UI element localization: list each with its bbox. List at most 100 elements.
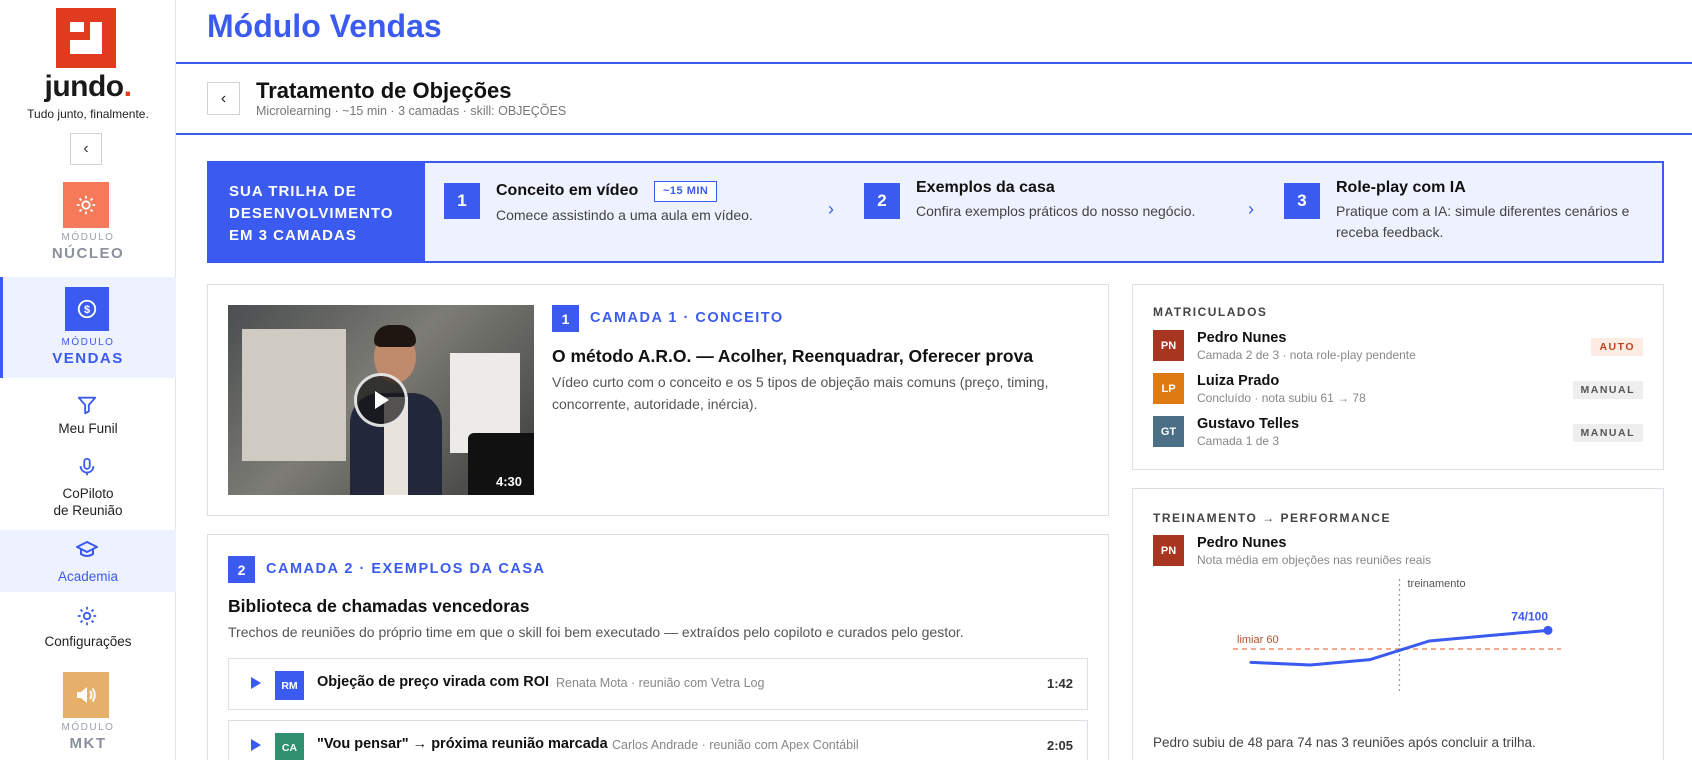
brand-tagline: Tudo junto, finalmente. (27, 107, 149, 121)
step-1-duration-badge: ~15 MIN (654, 181, 718, 202)
module-mkt-caption: MÓDULO (61, 722, 115, 733)
speaker-icon (77, 687, 96, 703)
module-mkt-label[interactable]: MKT (0, 735, 176, 752)
chevron-left-icon: ‹ (220, 89, 227, 107)
enrolled-name[interactable]: Luiza Prado (1197, 373, 1279, 389)
track-label: SUA TRILHA DE DESENVOLVIMENTO EM 3 CAMAD… (209, 163, 425, 261)
development-track-banner: SUA TRILHA DE DESENVOLVIMENTO EM 3 CAMAD… (207, 161, 1664, 263)
play-button[interactable] (354, 373, 408, 427)
chevron-right-icon: › (828, 199, 834, 219)
module-mkt-icon[interactable] (63, 672, 109, 718)
performance-chart: limiar 60 treinamento 74/100 (1233, 579, 1561, 691)
call-row[interactable]: CA "Vou pensar" → próxima reunião marcad… (228, 720, 1088, 760)
series-end-point (1543, 625, 1553, 635)
enrolled-name[interactable]: Gustavo Telles (1197, 416, 1299, 432)
step-2-title[interactable]: Exemplos da casa (916, 179, 1055, 197)
back-button[interactable]: ‹ (207, 82, 240, 115)
svg-text:$: $ (84, 304, 90, 316)
module-nucleo-label[interactable]: NÚCLEO (0, 245, 176, 262)
enrollment-tag: MANUAL (1572, 424, 1643, 442)
avatar: GT (1153, 416, 1184, 447)
enrolled-name[interactable]: Pedro Nunes (1197, 330, 1286, 346)
step-1-title[interactable]: Conceito em vídeo (496, 182, 638, 200)
presenter-hair (374, 325, 416, 347)
layer-1-number: 1 (552, 305, 579, 332)
collapse-sidebar-button[interactable]: ‹ (70, 133, 102, 165)
step-1-number: 1 (444, 183, 480, 219)
call-title: "Vou pensar" → próxima reunião marcada (317, 736, 608, 752)
module-vendas-label[interactable]: VENDAS (0, 350, 176, 367)
layer-2-desc: Trechos de reuniões do próprio time em q… (228, 624, 964, 640)
module-nucleo-icon[interactable] (63, 182, 109, 228)
dollar-coin-icon: $ (77, 299, 97, 319)
step-2-number: 2 (864, 183, 900, 219)
brand-name: jundo. (44, 70, 132, 103)
jundo-logo (56, 8, 116, 68)
sidebar: jundo. Tudo junto, finalmente. ‹ MÓDULO … (0, 0, 176, 760)
call-row[interactable]: RM Objeção de preço virada com ROI Renat… (228, 658, 1088, 710)
module-vendas-caption: MÓDULO (61, 337, 115, 348)
layer-2-card: 2 CAMADA 2 · EXEMPLOS DA CASA Biblioteca… (207, 534, 1109, 760)
nav-configuracoes[interactable]: Configurações (0, 633, 176, 650)
avatar: PN (1153, 535, 1184, 566)
call-subtitle: Carlos Andrade · reunião com Apex Contáb… (612, 738, 859, 752)
layer-1-label: CAMADA 1 · CONCEITO (590, 310, 784, 326)
chevron-left-icon: ‹ (83, 140, 89, 157)
nav-meu-funil[interactable]: Meu Funil (0, 420, 176, 437)
play-icon[interactable] (251, 739, 261, 751)
step-3-title[interactable]: Role-play com IA (1336, 179, 1466, 197)
call-title: Objeção de preço virada com ROI (317, 674, 550, 690)
module-nucleo-caption: MÓDULO (61, 232, 115, 243)
video-duration: 4:30 (495, 474, 522, 489)
sun-icon (76, 195, 96, 215)
video-player[interactable]: 4:30 (228, 305, 534, 495)
performance-heading: TREINAMENTO → PERFORMANCE (1153, 511, 1391, 525)
page-meta: Microlearning · ~15 min · 3 camadas · sk… (256, 104, 567, 118)
enrolled-card: MATRICULADOS PN Pedro Nunes Camada 2 de … (1132, 284, 1664, 470)
step-3-desc: Pratique com a IA: simule diferentes cen… (1336, 203, 1630, 240)
chevron-right-icon: › (1248, 199, 1254, 219)
whiteboard (242, 329, 346, 461)
series-end-label: 74/100 (1511, 609, 1548, 623)
layer-1-title: O método A.R.O. — Acolher, Reenquadrar, … (552, 346, 1034, 366)
enrolled-status: Camada 1 de 3 (1197, 434, 1280, 448)
avatar: PN (1153, 330, 1184, 361)
step-2-desc: Confira exemplos práticos do nosso negóc… (916, 203, 1196, 219)
layer-2-label: CAMADA 2 · EXEMPLOS DA CASA (266, 561, 546, 577)
step-1-desc: Comece assistindo a uma aula em vídeo. (496, 207, 753, 223)
threshold-label: limiar 60 (1237, 634, 1279, 646)
avatar: RM (275, 671, 304, 700)
call-duration: 1:42 (1046, 676, 1073, 691)
avatar: CA (275, 733, 304, 760)
call-duration: 2:05 (1046, 738, 1073, 753)
play-icon (375, 391, 389, 409)
layer-1-card: 4:30 1 CAMADA 1 · CONCEITO O método A.R.… (207, 284, 1109, 516)
enrolled-status: Camada 2 de 3 · nota role-play pendente (1197, 348, 1416, 362)
module-vendas-icon[interactable]: $ (65, 287, 109, 331)
enrolled-heading: MATRICULADOS (1153, 305, 1268, 319)
enrollment-tag: MANUAL (1572, 381, 1643, 399)
layer-2-number: 2 (228, 556, 255, 583)
performance-person-sub: Nota média em objeções nas reuniões reai… (1197, 553, 1432, 567)
call-subtitle: Renata Mota · reunião com Vetra Log (556, 676, 765, 690)
nav-academia[interactable]: Academia (0, 568, 176, 585)
layer-1-desc: Vídeo curto com o conceito e os 5 tipos … (552, 374, 1049, 412)
nav-copiloto-line2[interactable]: de Reunião (0, 502, 176, 519)
header-divider (176, 62, 1692, 64)
nav-copiloto-line1[interactable]: CoPiloto (0, 485, 176, 502)
gear-icon[interactable] (74, 603, 100, 629)
subheader-divider (176, 133, 1692, 135)
graduation-cap-icon[interactable] (74, 537, 100, 563)
performance-person-name: Pedro Nunes (1197, 535, 1287, 551)
play-icon[interactable] (251, 677, 261, 689)
step-3-number: 3 (1284, 183, 1320, 219)
avatar: LP (1153, 373, 1184, 404)
training-marker-label: treinamento (1408, 579, 1466, 590)
performance-card: TREINAMENTO → PERFORMANCE PN Pedro Nunes… (1132, 488, 1664, 760)
module-title: Módulo Vendas (207, 8, 442, 44)
enrollment-tag: AUTO (1591, 338, 1643, 356)
page-title: Tratamento de Objeções (256, 78, 512, 103)
funnel-icon[interactable] (74, 392, 100, 418)
microphone-icon[interactable] (74, 454, 100, 480)
layer-2-title: Biblioteca de chamadas vencedoras (228, 596, 530, 616)
